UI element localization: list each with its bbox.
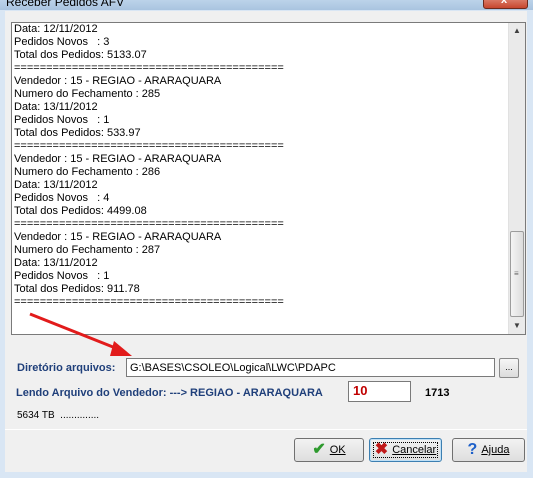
check-icon: ✔ [312, 441, 326, 458]
log-line: Total dos Pedidos: 911.78 [14, 283, 140, 295]
log-memo[interactable]: Data: 12/11/2012 Pedidos Novos : 3 Total d… [11, 22, 526, 335]
ok-button[interactable]: ✔ OK [294, 438, 364, 462]
log-line: Total dos Pedidos: 5133.07 [14, 49, 147, 61]
log-line: Numero do Fechamento : 285 [14, 88, 161, 100]
log-line: Vendedor : 15 - REGIAO - ARARAQUARA [14, 231, 222, 243]
log-line: Total dos Pedidos: 4499.08 [14, 205, 147, 217]
title-bar: Receber Pedidos AFV x [0, 0, 533, 10]
log-line: Numero do Fechamento : 286 [14, 166, 161, 178]
dialog-body: Data: 12/11/2012 Pedidos Novos : 3 Total d… [5, 11, 527, 472]
log-line: Vendedor : 15 - REGIAO - ARARAQUARA [14, 153, 222, 165]
window-title: Receber Pedidos AFV [6, 0, 125, 9]
log-line: Total dos Pedidos: 533.97 [14, 127, 141, 139]
ok-button-label: OK [329, 444, 346, 456]
log-line: ========================================… [14, 218, 284, 230]
scroll-down-arrow-icon[interactable]: ▼ [509, 318, 525, 334]
log-line: Vendedor : 15 - REGIAO - ARARAQUARA [14, 75, 222, 87]
log-line: Pedidos Novos : 1 [14, 114, 110, 126]
log-line: Data: 13/11/2012 [14, 257, 98, 269]
log-line: ========================================… [14, 296, 284, 308]
log-bottom-strip [12, 326, 509, 334]
log-line: ========================================… [14, 140, 284, 152]
divider [5, 429, 527, 430]
question-mark-icon: ? [467, 441, 478, 458]
close-button[interactable]: x [483, 0, 528, 9]
help-button[interactable]: ? Ajuda [452, 438, 525, 462]
focus-ring [373, 442, 438, 458]
scroll-up-arrow-icon[interactable]: ▲ [509, 23, 525, 39]
cancel-button[interactable]: ✖ Cancelar [369, 438, 442, 462]
log-line: Pedidos Novos : 1 [14, 270, 110, 282]
close-icon: x [501, 0, 508, 6]
log-line: Pedidos Novos : 4 [14, 192, 110, 204]
total-count: 1713 [425, 387, 450, 399]
log-line: Pedidos Novos : 3 [14, 36, 110, 48]
log-line: Data: 13/11/2012 [14, 179, 98, 191]
log-line: Numero do Fechamento : 287 [14, 244, 161, 256]
vertical-scrollbar[interactable]: ▲ ≡ ▼ [508, 23, 525, 334]
log-line: Data: 12/11/2012 [14, 23, 98, 35]
log-line: ========================================… [14, 62, 284, 74]
reading-file-label: Lendo Arquivo do Vendedor: ---> REGIAO -… [16, 387, 323, 399]
help-button-label: Ajuda [481, 444, 510, 456]
directory-input[interactable] [126, 358, 495, 377]
window-frame: Data: 12/11/2012 Pedidos Novos : 3 Total d… [0, 10, 533, 478]
scrollbar-thumb[interactable]: ≡ [510, 231, 524, 317]
directory-label: Diretório arquivos: [17, 362, 116, 374]
current-count-field: 10 [348, 381, 411, 402]
log-text: Data: 12/11/2012 Pedidos Novos : 3 Total d… [14, 23, 509, 326]
browse-button[interactable]: ... [499, 358, 519, 378]
log-line: Data: 13/11/2012 [14, 101, 98, 113]
progress-text: 5634 TB .............. [17, 410, 100, 421]
